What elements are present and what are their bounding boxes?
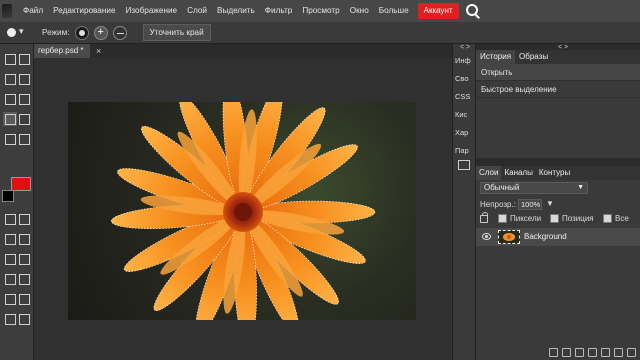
adjustment-icon[interactable]: [575, 348, 584, 357]
delete-layer-icon[interactable]: [627, 348, 636, 357]
eye-icon[interactable]: [482, 233, 491, 240]
layers-footer: [476, 348, 640, 360]
account-button[interactable]: Аккаунт: [417, 3, 459, 19]
rect-select-tool-icon[interactable]: [17, 72, 31, 86]
blend-mode-select[interactable]: Обычный ▼: [480, 182, 588, 194]
quick-select-tool-icon[interactable]: [3, 112, 17, 126]
mini-panel-toggle[interactable]: < >: [460, 44, 470, 51]
history-tabs: История Образы: [476, 50, 640, 64]
dodge-tool-icon[interactable]: [17, 252, 31, 266]
canvas-workspace[interactable]: [34, 58, 452, 360]
lasso-tool-icon[interactable]: [3, 72, 17, 86]
opacity-dropdown-icon[interactable]: ▼: [546, 199, 554, 208]
layer-row[interactable]: Background: [476, 228, 640, 246]
marquee-tool-icon[interactable]: [17, 52, 31, 66]
opacity-label: Непрозр.:: [480, 200, 516, 209]
zoom-tool-icon[interactable]: [17, 112, 31, 126]
mini-info-button[interactable]: Инф: [455, 56, 477, 65]
menu-image[interactable]: Изображение: [121, 0, 183, 22]
path-select-tool-icon[interactable]: [3, 292, 17, 306]
shape-tool-icon[interactable]: [17, 292, 31, 306]
new-folder-icon[interactable]: [601, 348, 610, 357]
lock-pixels-label: Пиксели: [510, 214, 542, 223]
brush-tool-icon[interactable]: [3, 212, 17, 226]
mask-icon[interactable]: [588, 348, 597, 357]
mini-brush-button[interactable]: Кис: [455, 110, 477, 119]
menu-filter[interactable]: Фильтр: [260, 0, 298, 22]
opacity-input[interactable]: 100%: [518, 199, 542, 210]
mini-character-button[interactable]: Хар: [455, 128, 477, 137]
document-title: гербер.psd *: [38, 46, 84, 55]
brush-preset-dropdown[interactable]: [0, 22, 30, 44]
tab-channels[interactable]: Каналы: [501, 166, 535, 180]
blur-tool-icon[interactable]: [3, 252, 17, 266]
mode-new-selection-button[interactable]: [74, 25, 89, 40]
history-panel: История Образы Открыть Быстрое выделение: [476, 50, 640, 158]
tab-layers[interactable]: Слои: [476, 166, 502, 180]
menu-select[interactable]: Выделить: [212, 0, 260, 22]
heal-tool-icon[interactable]: [17, 132, 31, 146]
layer-style-icon[interactable]: [562, 348, 571, 357]
tab-history[interactable]: История: [476, 50, 516, 64]
document-tab[interactable]: гербер.psd *: [34, 44, 90, 58]
lock-icon: [480, 212, 488, 223]
lock-pixels-checkbox[interactable]: [498, 214, 507, 223]
background-color-swatch[interactable]: [2, 190, 14, 202]
gradient-tool-icon[interactable]: [17, 232, 31, 246]
new-layer-icon[interactable]: [614, 348, 623, 357]
eraser-tool-icon[interactable]: [3, 232, 17, 246]
layer-thumbnail: [498, 230, 520, 244]
lock-position-label: Позиция: [562, 214, 594, 223]
mode-subtract-selection-button[interactable]: [112, 25, 127, 40]
options-bar: Режим: Уточнить край: [0, 22, 640, 44]
stamp-tool-icon[interactable]: [17, 212, 31, 226]
pen-tool-icon[interactable]: [3, 272, 17, 286]
mini-css-button[interactable]: CSS: [455, 92, 477, 101]
zoom-tool-2-icon[interactable]: [17, 312, 31, 326]
tab-paths[interactable]: Контуры: [536, 166, 573, 180]
menu-view[interactable]: Просмотр: [297, 0, 344, 22]
document-image[interactable]: [68, 102, 416, 320]
tools-panel: [0, 44, 34, 360]
menubar: Файл Редактирование Изображение Слой Выд…: [0, 0, 640, 22]
eyedropper-tool-icon[interactable]: [3, 132, 17, 146]
mini-panel: < > Инф Сво CSS Кис Хар Пар: [452, 44, 476, 360]
mini-paragraph-button[interactable]: Пар: [455, 146, 477, 155]
mode-add-selection-button[interactable]: [93, 25, 108, 40]
link-layers-icon[interactable]: [549, 348, 558, 357]
layers-tabs: Слои Каналы Контуры: [476, 166, 640, 180]
refine-edge-button[interactable]: Уточнить край: [142, 24, 211, 41]
menu-edit[interactable]: Редактирование: [48, 0, 120, 22]
history-item-open[interactable]: Открыть: [476, 64, 640, 81]
history-item-quick-select[interactable]: Быстрое выделение: [476, 81, 640, 98]
flower-photo: [111, 102, 376, 320]
lock-all-checkbox[interactable]: [603, 214, 612, 223]
hand-tool-2-icon[interactable]: [3, 312, 17, 326]
search-icon[interactable]: [465, 3, 481, 19]
crop-tool-icon[interactable]: [3, 92, 17, 106]
menu-more[interactable]: Больше: [374, 0, 414, 22]
layers-panel: Слои Каналы Контуры Обычный ▼ Непрозр.: …: [476, 166, 640, 360]
chevron-down-icon: ▼: [577, 184, 584, 191]
app-logo[interactable]: [0, 0, 18, 22]
close-icon[interactable]: ×: [96, 46, 101, 56]
lock-position-checkbox[interactable]: [550, 214, 559, 223]
foreground-color-swatch[interactable]: [11, 177, 31, 191]
image-icon[interactable]: [458, 160, 470, 170]
tab-snapshots[interactable]: Образы: [515, 50, 552, 64]
mode-label: Режим:: [42, 28, 70, 37]
layer-name: Background: [524, 232, 567, 241]
mini-properties-button[interactable]: Сво: [455, 74, 477, 83]
hand-tool-icon[interactable]: [17, 92, 31, 106]
menu-window[interactable]: Окно: [345, 0, 374, 22]
type-tool-icon[interactable]: [17, 272, 31, 286]
blend-mode-value: Обычный: [484, 183, 520, 192]
move-tool-icon[interactable]: [3, 52, 17, 66]
menu-layer[interactable]: Слой: [182, 0, 212, 22]
lock-all-label: Все: [615, 214, 629, 223]
menu-file[interactable]: Файл: [18, 0, 48, 22]
